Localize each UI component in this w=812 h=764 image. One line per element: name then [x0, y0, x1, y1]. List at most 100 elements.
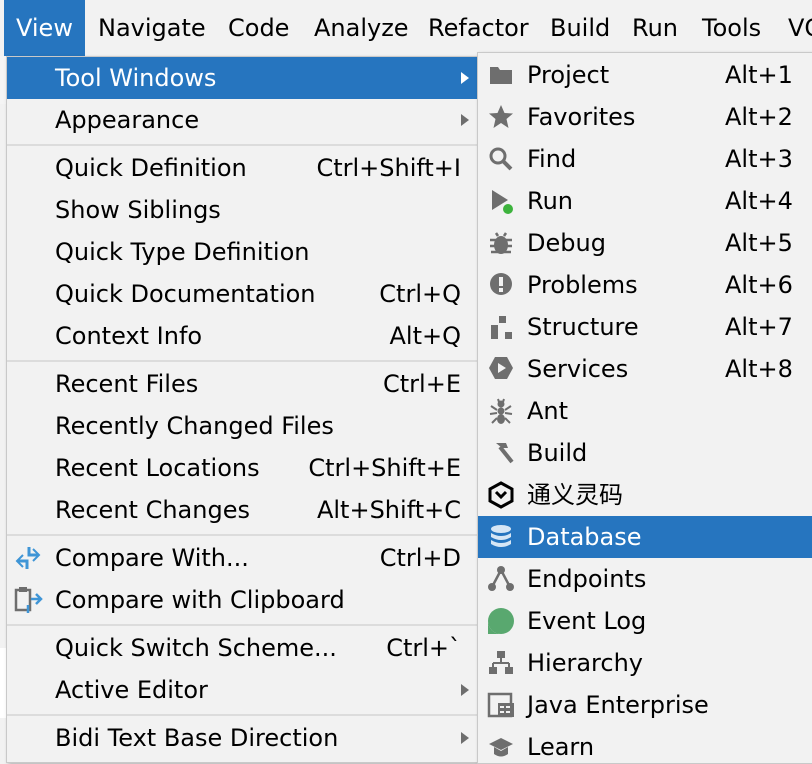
menu-item-label: Event Log — [527, 607, 647, 635]
menu-view[interactable]: View — [4, 0, 85, 56]
structure-icon — [491, 316, 512, 339]
run-icon — [492, 190, 513, 214]
menu-navigate[interactable]: Navigate — [86, 0, 218, 56]
menu-item-label: Recent Files — [55, 370, 199, 398]
tongyi-icon — [488, 481, 514, 509]
hierarchy-icon — [489, 651, 513, 674]
menu-analyze[interactable]: Analyze — [302, 0, 421, 56]
database-icon — [491, 525, 511, 547]
menu-code[interactable]: Code — [216, 0, 301, 56]
menu-item-label: Build — [527, 439, 588, 467]
menu-item-label: Quick Type Definition — [55, 238, 310, 266]
tool-window-tongyi-lingma[interactable]: 通义灵码 — [478, 474, 812, 516]
view-item-recent-locations[interactable]: Recent Locations Ctrl+Shift+E — [7, 447, 477, 489]
menu-item-shortcut: Ctrl+Shift+I — [316, 154, 461, 182]
menu-item-label: Recently Changed Files — [55, 412, 334, 440]
tool-window-project[interactable]: Project Alt+1 — [478, 54, 812, 96]
view-item-compare-with-clipboard[interactable]: Compare with Clipboard — [7, 579, 477, 621]
tool-window-hierarchy[interactable]: Hierarchy — [478, 642, 812, 684]
ant-icon — [489, 398, 513, 424]
view-item-quick-switch-scheme[interactable]: Quick Switch Scheme... Ctrl+` — [7, 627, 477, 669]
view-item-appearance[interactable]: Appearance — [7, 99, 477, 141]
menu-item-label: Run — [527, 187, 574, 215]
java-enterprise-icon — [487, 692, 514, 718]
menu-item-label: Problems — [527, 271, 638, 299]
view-item-active-editor[interactable]: Active Editor — [7, 669, 477, 711]
menu-build[interactable]: Build — [538, 0, 622, 56]
menu-item-shortcut: Ctrl+D — [379, 544, 461, 572]
tool-window-learn[interactable]: Learn — [478, 726, 812, 763]
menu-run[interactable]: Run — [620, 0, 690, 56]
menu-item-label: Learn — [527, 733, 595, 761]
view-item-recent-files[interactable]: Recent Files Ctrl+E — [7, 363, 477, 405]
submenu-arrow-icon — [461, 114, 469, 126]
menu-item-shortcut: Ctrl+E — [383, 370, 461, 398]
event-log-icon — [488, 608, 514, 634]
bug-icon — [490, 232, 512, 254]
menu-item-label: Debug — [527, 229, 606, 257]
tool-window-java-enterprise[interactable]: Java Enterprise — [478, 684, 812, 726]
menu-separator — [7, 144, 477, 146]
menu-item-label: Compare With... — [55, 544, 249, 572]
view-item-bidi-text-base-direction[interactable]: Bidi Text Base Direction — [7, 717, 477, 759]
menu-item-shortcut: Alt+5 — [725, 229, 793, 257]
menu-item-label: Quick Definition — [55, 154, 247, 182]
star-icon — [489, 105, 513, 128]
services-icon — [489, 357, 513, 379]
tool-window-problems[interactable]: Problems Alt+6 — [478, 264, 812, 306]
menu-item-label: Structure — [527, 313, 639, 341]
menu-refactor[interactable]: Refactor — [416, 0, 541, 56]
submenu-arrow-icon — [461, 72, 469, 84]
tool-windows-menu: Project Alt+1 Favorites Alt+2 Find Alt+3… — [477, 52, 812, 764]
menu-item-label: Show Siblings — [55, 196, 221, 224]
menu-item-label: Appearance — [55, 106, 200, 134]
view-item-quick-documentation[interactable]: Quick Documentation Ctrl+Q — [7, 273, 477, 315]
menu-item-label: Find — [527, 145, 577, 173]
tool-window-structure[interactable]: Structure Alt+7 — [478, 306, 812, 348]
menu-item-label: Recent Locations — [55, 454, 260, 482]
menu-item-shortcut: Alt+6 — [725, 271, 793, 299]
tool-window-run[interactable]: Run Alt+4 — [478, 180, 812, 222]
view-item-tool-windows[interactable]: Tool Windows — [7, 57, 477, 99]
view-item-quick-type-definition[interactable]: Quick Type Definition — [7, 231, 477, 273]
menu-item-shortcut: Alt+3 — [725, 145, 793, 173]
menu-item-label: Bidi Text Base Direction — [55, 724, 339, 752]
compare-icon — [15, 547, 41, 569]
menu-item-shortcut: Ctrl+Q — [379, 280, 461, 308]
view-item-compare-with[interactable]: Compare With... Ctrl+D — [7, 537, 477, 579]
menu-item-shortcut: Alt+7 — [725, 313, 793, 341]
menu-separator — [7, 714, 477, 716]
tool-window-debug[interactable]: Debug Alt+5 — [478, 222, 812, 264]
menu-item-shortcut: Alt+4 — [725, 187, 793, 215]
menu-separator — [7, 534, 477, 536]
menu-item-label: Favorites — [527, 103, 636, 131]
menu-item-label: Endpoints — [527, 565, 647, 593]
tool-window-ant[interactable]: Ant — [478, 390, 812, 432]
tool-window-build[interactable]: Build — [478, 432, 812, 474]
menu-vcs[interactable]: VC — [776, 0, 812, 56]
view-item-context-info[interactable]: Context Info Alt+Q — [7, 315, 477, 357]
view-menu: Tool Windows Appearance Quick Definition… — [6, 56, 478, 763]
tool-window-favorites[interactable]: Favorites Alt+2 — [478, 96, 812, 138]
view-item-recent-changes[interactable]: Recent Changes Alt+Shift+C — [7, 489, 477, 531]
folder-icon — [490, 67, 512, 84]
menu-item-label: Tool Windows — [55, 64, 217, 92]
menu-item-label: Recent Changes — [55, 496, 250, 524]
menu-tools[interactable]: Tools — [690, 0, 773, 56]
tool-window-event-log[interactable]: Event Log — [478, 600, 812, 642]
tool-window-database[interactable]: Database — [478, 516, 812, 558]
menu-item-shortcut: Ctrl+` — [386, 634, 461, 662]
menu-item-label: 通义灵码 — [527, 481, 623, 509]
menu-item-label: Active Editor — [55, 676, 208, 704]
view-item-show-siblings[interactable]: Show Siblings — [7, 189, 477, 231]
menu-item-shortcut: Alt+2 — [725, 103, 793, 131]
menu-item-shortcut: Ctrl+Shift+E — [308, 454, 461, 482]
menu-item-shortcut: Alt+Q — [389, 322, 462, 350]
view-item-recently-changed-files[interactable]: Recently Changed Files — [7, 405, 477, 447]
tool-window-find[interactable]: Find Alt+3 — [478, 138, 812, 180]
tool-window-services[interactable]: Services Alt+8 — [478, 348, 812, 390]
menu-item-label: Java Enterprise — [527, 691, 709, 719]
tool-window-endpoints[interactable]: Endpoints — [478, 558, 812, 600]
menu-item-label: Ant — [527, 397, 569, 425]
view-item-quick-definition[interactable]: Quick Definition Ctrl+Shift+I — [7, 147, 477, 189]
